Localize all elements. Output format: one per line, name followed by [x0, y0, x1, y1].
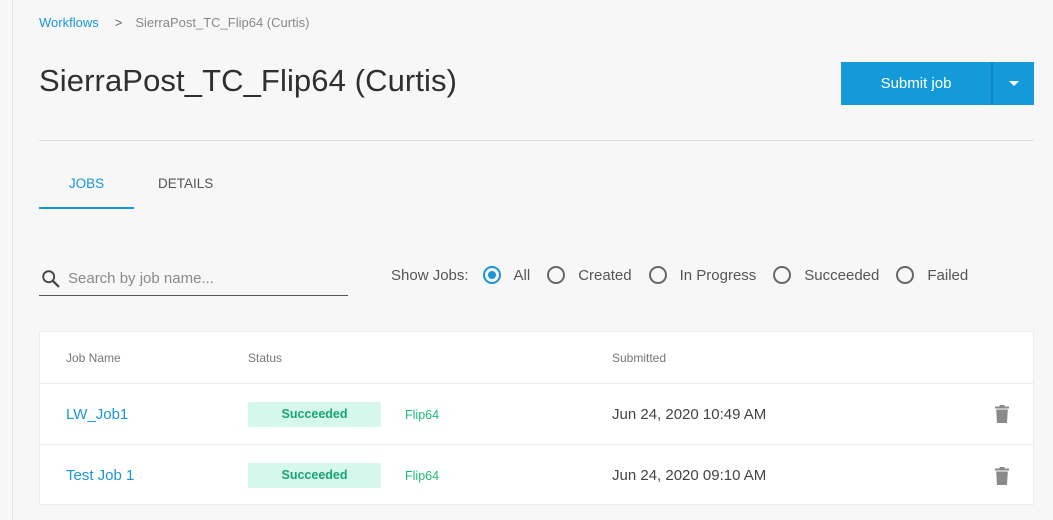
- tab-details-label: DETAILS: [158, 176, 214, 191]
- breadcrumb-current: SierraPost_TC_Flip64 (Curtis): [135, 15, 310, 30]
- jobs-table: Job Name Status Submitted LW_Job1 Succee…: [39, 331, 1034, 505]
- column-header-submitted[interactable]: Submitted: [612, 351, 972, 365]
- radio-unchecked-icon[interactable]: [773, 266, 792, 284]
- status-badge: Succeeded: [248, 401, 381, 427]
- caret-down-icon: [1008, 81, 1019, 86]
- submitted-date: Jun 24, 2020 09:10 AM: [612, 467, 767, 484]
- radio-unchecked-icon[interactable]: [547, 266, 566, 284]
- search-box: [39, 262, 348, 296]
- tab-details[interactable]: DETAILS: [158, 176, 238, 209]
- submitted-date: Jun 24, 2020 10:49 AM: [612, 405, 767, 423]
- filter-option-label: Created: [578, 266, 632, 284]
- radio-unchecked-icon[interactable]: [896, 266, 915, 284]
- column-header-job-name[interactable]: Job Name: [40, 351, 248, 365]
- job-name-link[interactable]: Test Job 1: [66, 467, 134, 484]
- filter-option-failed[interactable]: Failed: [896, 266, 968, 284]
- filter-option-all[interactable]: All: [482, 266, 531, 284]
- submit-job-split-button: Submit job: [841, 62, 1034, 105]
- search-input[interactable]: [68, 270, 338, 287]
- filter-option-created[interactable]: Created: [547, 266, 632, 284]
- header-divider: [39, 140, 1034, 141]
- filter-option-label: In Progress: [679, 266, 757, 284]
- workflow-tag: Flip64: [405, 407, 440, 422]
- workflow-page: Workflows > SierraPost_TC_Flip64 (Curtis…: [12, 0, 1053, 520]
- status-badge: Succeeded: [248, 463, 381, 488]
- filter-option-succeeded[interactable]: Succeeded: [773, 266, 879, 284]
- trash-icon[interactable]: [995, 466, 1009, 485]
- tab-bar: JOBS DETAILS: [39, 176, 238, 209]
- breadcrumb-separator: >: [114, 15, 123, 30]
- breadcrumb-workflows-link[interactable]: Workflows: [39, 15, 99, 30]
- active-tab-indicator: [39, 207, 134, 209]
- radio-checked-icon[interactable]: [482, 266, 501, 284]
- workflow-tag: Flip64: [405, 469, 440, 483]
- filter-option-label: Succeeded: [804, 266, 880, 284]
- table-row[interactable]: LW_Job1 Succeeded Flip64 Jun 24, 2020 10…: [40, 384, 1033, 445]
- search-icon: [42, 269, 60, 287]
- submit-job-dropdown-button[interactable]: [993, 62, 1034, 105]
- filter-option-in-progress[interactable]: In Progress: [648, 266, 757, 284]
- filter-option-label: Failed: [927, 266, 969, 284]
- submit-job-button[interactable]: Submit job: [841, 62, 991, 105]
- job-status-filter: Show Jobs: All Created In Progress Succe…: [391, 266, 968, 284]
- filter-label: Show Jobs:: [391, 266, 469, 284]
- column-header-status[interactable]: Status: [248, 351, 405, 365]
- tab-jobs[interactable]: JOBS: [39, 176, 134, 209]
- trash-icon[interactable]: [995, 405, 1009, 423]
- table-header: Job Name Status Submitted: [40, 332, 1033, 384]
- filter-option-label: All: [513, 266, 531, 284]
- job-name-link[interactable]: LW_Job1: [66, 406, 128, 423]
- radio-unchecked-icon[interactable]: [648, 266, 667, 284]
- page-title: SierraPost_TC_Flip64 (Curtis): [39, 63, 458, 98]
- table-row[interactable]: Test Job 1 Succeeded Flip64 Jun 24, 2020…: [40, 445, 1033, 506]
- breadcrumb: Workflows > SierraPost_TC_Flip64 (Curtis…: [39, 15, 309, 30]
- tab-jobs-label: JOBS: [68, 176, 105, 191]
